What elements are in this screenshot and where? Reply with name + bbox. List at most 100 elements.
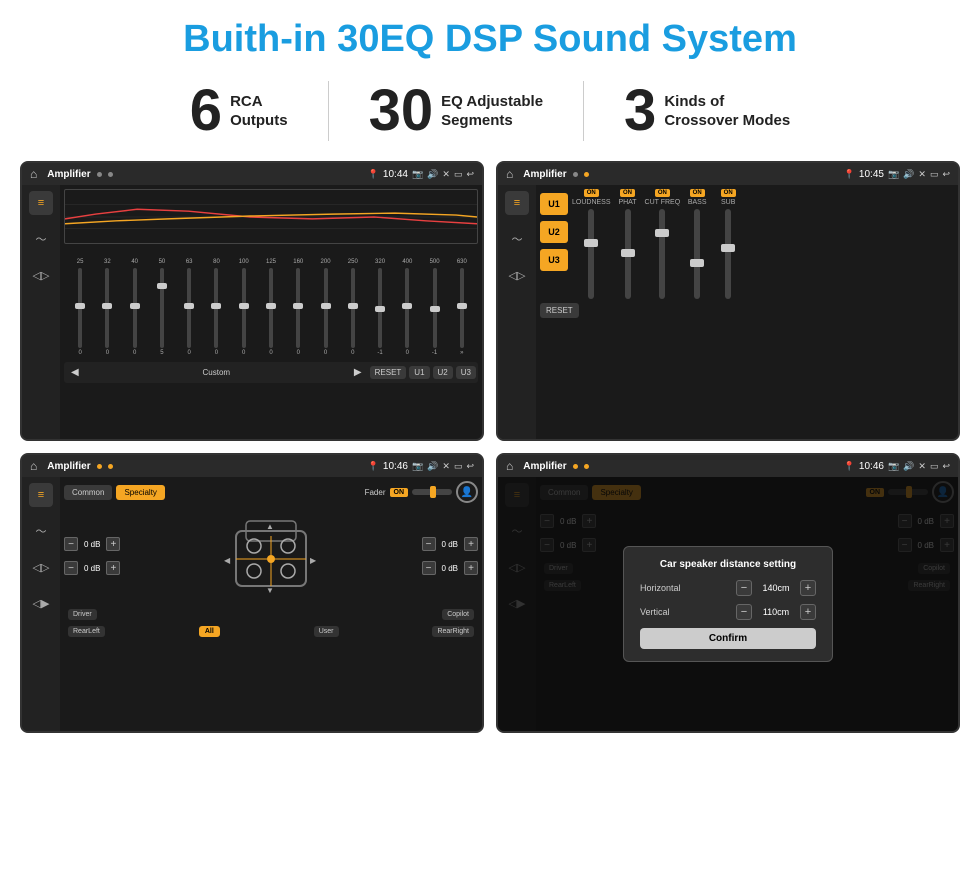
slider-7[interactable]: [269, 268, 273, 348]
u2-btn[interactable]: U2: [540, 221, 568, 243]
u1-btn[interactable]: U1: [540, 193, 568, 215]
slider-0[interactable]: [78, 268, 82, 348]
prev-btn[interactable]: ◀: [66, 365, 84, 380]
thumb-0[interactable]: [75, 303, 85, 309]
ch-thumb-sub[interactable]: [721, 244, 735, 252]
slider-5[interactable]: [214, 268, 218, 348]
thumb-3[interactable]: [157, 283, 167, 289]
eq-col-2: 40 0: [123, 259, 147, 356]
eq-col-1: 32 0: [95, 259, 119, 356]
ch-slider-bass[interactable]: [694, 209, 700, 299]
thumb-11[interactable]: [375, 306, 385, 312]
thumb-1[interactable]: [102, 303, 112, 309]
slider-9[interactable]: [324, 268, 328, 348]
thumb-2[interactable]: [130, 303, 140, 309]
ch-thumb-bass[interactable]: [690, 259, 704, 267]
home-icon-1[interactable]: ⌂: [30, 167, 37, 181]
tab-common-3[interactable]: Common: [64, 485, 112, 500]
on-badge-cut: ON: [655, 189, 670, 197]
u2-btn-1[interactable]: U2: [433, 366, 453, 379]
amp2-content-wrap: U1 U2 U3 ON LOUDNESS: [536, 185, 958, 439]
ch-thumb-cut[interactable]: [655, 229, 669, 237]
horizontal-plus[interactable]: +: [800, 580, 816, 596]
slider-3[interactable]: [160, 268, 164, 348]
minimize-icon-2: ▭: [930, 169, 939, 180]
slider-14[interactable]: [460, 268, 464, 348]
vertical-value: 110cm: [756, 607, 796, 617]
sidebar-extra-icon-3[interactable]: ◁▶: [29, 591, 53, 615]
sidebar-eq-icon-2[interactable]: ≡: [505, 191, 529, 215]
play-dot-1: [108, 172, 113, 177]
horizontal-minus[interactable]: −: [736, 580, 752, 596]
slider-1[interactable]: [105, 268, 109, 348]
db-minus-bl[interactable]: −: [64, 561, 78, 575]
stat-eq: 30 EQ AdjustableSegments: [329, 82, 583, 140]
db-minus-br[interactable]: −: [422, 561, 436, 575]
sidebar-eq-icon[interactable]: ≡: [29, 191, 53, 215]
vertical-minus[interactable]: −: [736, 604, 752, 620]
thumb-13[interactable]: [430, 306, 440, 312]
u3-btn-1[interactable]: U3: [456, 366, 476, 379]
thumb-10[interactable]: [348, 303, 358, 309]
slider-6[interactable]: [242, 268, 246, 348]
thumb-9[interactable]: [321, 303, 331, 309]
thumb-6[interactable]: [239, 303, 249, 309]
ch-slider-loud[interactable]: [588, 209, 594, 299]
eq-col-13: 500 -1: [422, 259, 446, 356]
eq-col-3: 50 5: [150, 259, 174, 356]
db-plus-tr[interactable]: +: [464, 537, 478, 551]
ch-slider-phat[interactable]: [625, 209, 631, 299]
u3-btn[interactable]: U3: [540, 249, 568, 271]
ch-slider-cut[interactable]: [659, 209, 665, 299]
topbar-1: ⌂ Amplifier 📍 10:44 📷 🔊 ✕ ▭ ↩: [22, 163, 482, 185]
vertical-plus[interactable]: +: [800, 604, 816, 620]
ch-thumb-loud[interactable]: [584, 239, 598, 247]
db-plus-br[interactable]: +: [464, 561, 478, 575]
next-btn[interactable]: ▶: [349, 365, 367, 380]
all-btn[interactable]: All: [199, 626, 220, 637]
db-minus-tr[interactable]: −: [422, 537, 436, 551]
db-plus-bl[interactable]: +: [106, 561, 120, 575]
slider-13[interactable]: [433, 268, 437, 348]
thumb-5[interactable]: [211, 303, 221, 309]
sidebar-vol-icon-2[interactable]: ◁▷: [505, 263, 529, 287]
sidebar-wave-icon-3[interactable]: 〜: [29, 519, 53, 543]
confirm-button[interactable]: Confirm: [640, 628, 816, 649]
on-badge-loud: ON: [584, 189, 599, 197]
slider-2[interactable]: [133, 268, 137, 348]
sidebar-vol-icon[interactable]: ◁▷: [29, 263, 53, 287]
slider-10[interactable]: [351, 268, 355, 348]
home-icon-3[interactable]: ⌂: [30, 459, 37, 473]
sidebar-wave-icon-2[interactable]: 〜: [505, 227, 529, 251]
vertical-control: − 110cm +: [736, 604, 816, 620]
home-icon-4[interactable]: ⌂: [506, 459, 513, 473]
thumb-12[interactable]: [402, 303, 412, 309]
reset-btn-2[interactable]: RESET: [540, 303, 579, 318]
tab-specialty-3[interactable]: Specialty: [116, 485, 164, 500]
thumb-7[interactable]: [266, 303, 276, 309]
slider-12[interactable]: [405, 268, 409, 348]
db-minus-tl[interactable]: −: [64, 537, 78, 551]
svg-text:▼: ▼: [266, 586, 274, 595]
slider-4[interactable]: [187, 268, 191, 348]
sidebar-eq-icon-3[interactable]: ≡: [29, 483, 53, 507]
sidebar-wave-icon[interactable]: 〜: [29, 227, 53, 251]
slider-8[interactable]: [296, 268, 300, 348]
u1-btn-1[interactable]: U1: [409, 366, 429, 379]
eq-col-14: 630 »: [450, 259, 474, 356]
ch-slider-sub[interactable]: [725, 209, 731, 299]
topbar-title-3: Amplifier: [47, 461, 90, 472]
db-plus-tl[interactable]: +: [106, 537, 120, 551]
topbar-title-4: Amplifier: [523, 461, 566, 472]
fader-slider-3[interactable]: [412, 489, 452, 495]
reset-btn-1[interactable]: RESET: [370, 366, 407, 379]
sidebar-vol-icon-3[interactable]: ◁▷: [29, 555, 53, 579]
slider-11[interactable]: [378, 268, 382, 348]
ch-thumb-phat[interactable]: [621, 249, 635, 257]
thumb-4[interactable]: [184, 303, 194, 309]
thumb-14[interactable]: [457, 303, 467, 309]
home-icon-2[interactable]: ⌂: [506, 167, 513, 181]
close-icon-1: ✕: [442, 169, 450, 180]
thumb-8[interactable]: [293, 303, 303, 309]
close-icon-3: ✕: [442, 461, 450, 472]
